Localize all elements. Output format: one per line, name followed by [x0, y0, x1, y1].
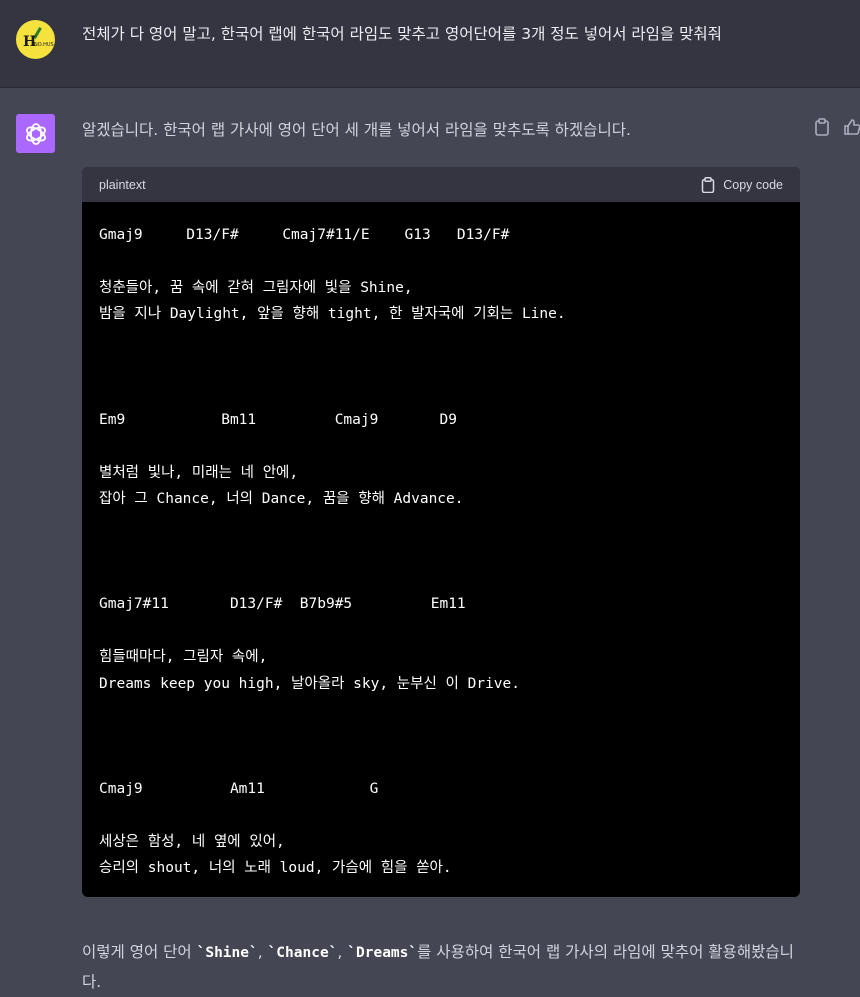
code-line: 별처럼 빛나, 미래는 네 안에,	[99, 464, 299, 481]
outro-separator: ,	[257, 943, 268, 961]
thumbs-up-icon[interactable]	[843, 118, 860, 136]
code-content: Gmaj9 D13/F# Cmaj7#11/E G13 D13/F# 청춘들아, …	[82, 202, 800, 897]
code-line: Gmaj9 D13/F# Cmaj7#11/E G13 D13/F#	[99, 227, 510, 243]
code-line: Cmaj9 Am11 G	[99, 781, 379, 798]
code-block: plaintext Copy code Gmaj9 D13/F# Cmaj7#1…	[82, 167, 800, 897]
chatgpt-logo-icon	[16, 114, 55, 153]
user-avatar: H NO.HUS	[16, 20, 55, 59]
inline-code-dreams: `Dreams`	[347, 945, 418, 961]
code-block-header: plaintext Copy code	[82, 167, 800, 202]
code-line: Em9 Bm11 Cmaj9 D9	[99, 411, 457, 428]
inline-code-shine: `Shine`	[196, 945, 258, 961]
copy-code-label: Copy code	[723, 177, 783, 192]
assistant-intro-text: 알겠습니다. 한국어 랩 가사에 영어 단어 세 개를 넣어서 라임을 맞추도록…	[82, 121, 631, 139]
code-line: 승리의 shout, 너의 노래 loud, 가슴에 힘을 쏟아.	[99, 860, 452, 877]
code-line: Gmaj7#11 D13/F# B7b9#5 Em11	[99, 596, 466, 613]
clipboard-icon	[701, 176, 715, 193]
code-line: 잡아 그 Chance, 너의 Dance, 꿈을 향해 Advance.	[99, 490, 464, 507]
code-line: 청춘들아, 꿈 속에 갇혀 그림자에 빛을 Shine,	[99, 279, 413, 296]
assistant-outro-text: 이렇게 영어 단어 `Shine`, `Chance`, `Dreams`를 사…	[82, 938, 802, 997]
user-message-text: 전체가 다 영어 말고, 한국어 랩에 한국어 라임도 맞추고 영어단어를 3개…	[82, 25, 722, 43]
code-line: 밤을 지나 Daylight, 앞을 향해 tight, 한 발자국에 기회는 …	[99, 306, 566, 323]
inline-code-chance: `Chance`	[267, 945, 338, 961]
outro-separator: ,	[337, 943, 348, 961]
copy-code-button[interactable]: Copy code	[701, 176, 783, 193]
user-message-row: H NO.HUS 전체가 다 영어 말고, 한국어 랩에 한국어 라임도 맞추고…	[0, 0, 860, 88]
code-line: 힘들때마다, 그림자 속에,	[99, 649, 268, 666]
code-line: 세상은 함성, 네 옆에 있어,	[99, 833, 285, 850]
avatar-subtext: NO.HUS	[34, 42, 54, 48]
code-language-label: plaintext	[99, 177, 146, 192]
outro-prefix: 이렇게 영어 단어	[82, 943, 197, 961]
code-line: Dreams keep you high, 날아올라 sky, 눈부신 이 Dr…	[99, 675, 520, 692]
copy-message-icon[interactable]	[813, 118, 831, 136]
